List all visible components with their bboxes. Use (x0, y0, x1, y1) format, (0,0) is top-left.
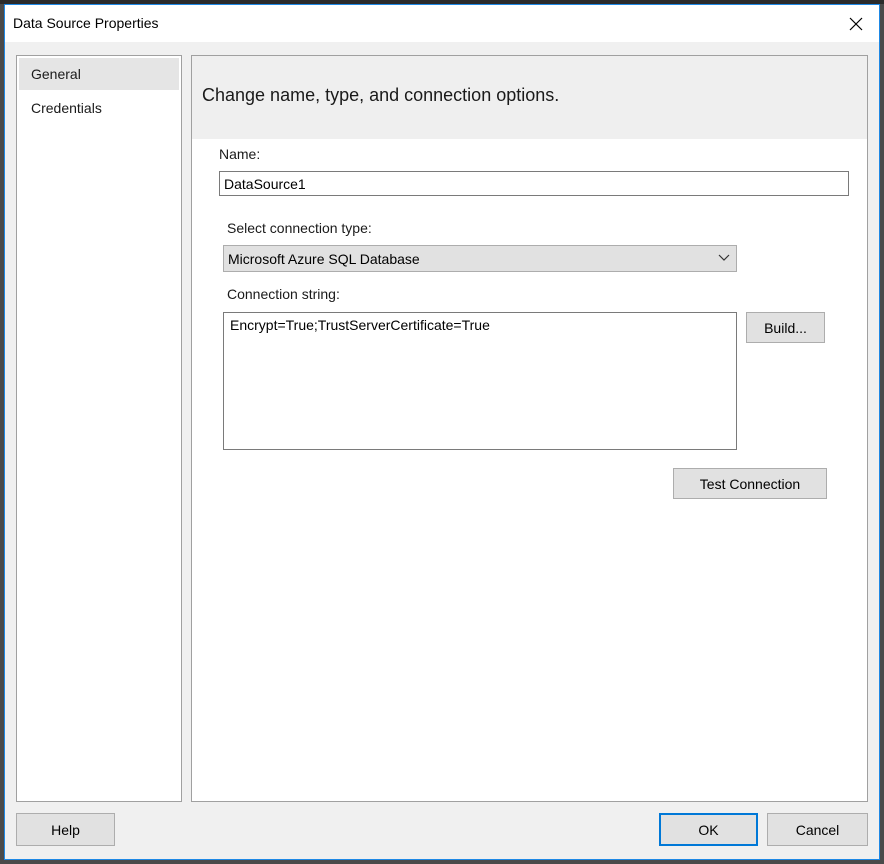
ok-button[interactable]: OK (659, 813, 758, 846)
section-header: Change name, type, and connection option… (192, 56, 867, 139)
cancel-button[interactable]: Cancel (767, 813, 868, 846)
nav-item-general[interactable]: General (19, 58, 179, 90)
window-title: Data Source Properties (13, 15, 159, 31)
data-source-properties-dialog: Data Source Properties General Credentia… (4, 4, 880, 860)
connection-string-label: Connection string: (227, 286, 340, 302)
name-label: Name: (219, 146, 261, 162)
connection-type-value: Microsoft Azure SQL Database (228, 251, 420, 267)
nav-item-credentials[interactable]: Credentials (19, 92, 179, 124)
section-header-text: Change name, type, and connection option… (202, 85, 560, 105)
content-panel: Change name, type, and connection option… (191, 55, 868, 802)
connection-string-input[interactable]: Encrypt=True;TrustServerCertificate=True (223, 312, 737, 450)
test-connection-button[interactable]: Test Connection (673, 468, 827, 499)
name-input[interactable] (219, 171, 849, 196)
connection-type-label: Select connection type: (227, 220, 372, 236)
chevron-down-icon (718, 254, 730, 261)
close-button[interactable] (833, 5, 879, 42)
close-icon (849, 17, 863, 30)
build-button[interactable]: Build... (746, 312, 825, 343)
help-button[interactable]: Help (16, 813, 115, 846)
connection-type-select[interactable]: Microsoft Azure SQL Database (223, 245, 737, 272)
nav-panel: General Credentials (16, 55, 182, 802)
title-bar: Data Source Properties (5, 5, 879, 42)
